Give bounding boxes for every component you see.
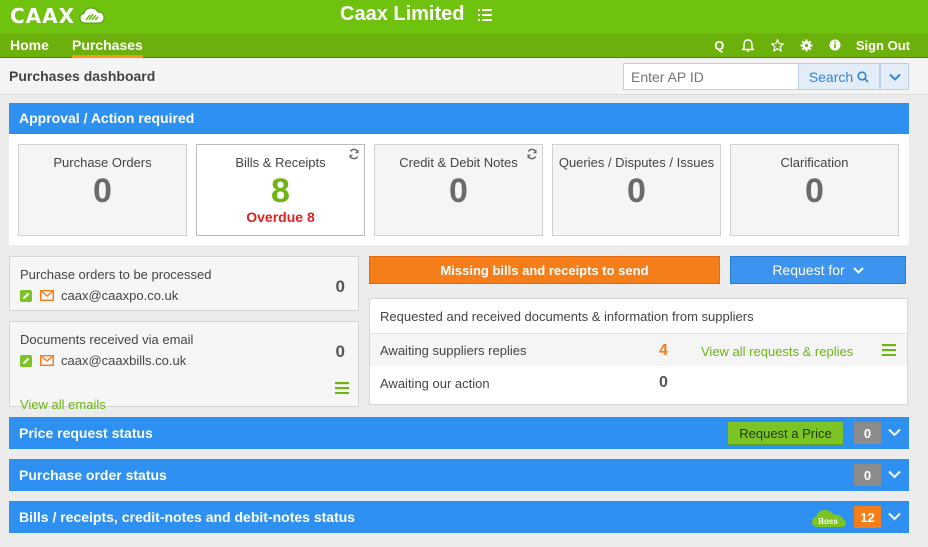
search-button[interactable]: Search	[798, 63, 880, 90]
menu-icon[interactable]	[335, 382, 349, 394]
bills-count-badge: 12	[854, 506, 881, 528]
request-for-label: Request for	[772, 262, 845, 278]
awaiting-suppliers-count[interactable]: 4	[659, 342, 668, 360]
purchase-order-status-title: Purchase order status	[19, 467, 167, 483]
sign-out-link[interactable]: Sign Out	[856, 38, 910, 53]
boss-label: Boss	[818, 517, 838, 526]
supplier-requests-box: Requested and received documents & infor…	[369, 298, 908, 405]
card-value: 0	[93, 172, 112, 210]
chevron-down-icon[interactable]	[888, 428, 901, 437]
top-bar: CAAX Caax Limited	[0, 0, 928, 33]
chevron-down-icon[interactable]	[888, 470, 901, 479]
boss-cloud-icon: Boss	[812, 510, 846, 527]
card-label: Purchase Orders	[53, 155, 152, 170]
po-email-address[interactable]: caax@caaxpo.co.uk	[61, 288, 178, 303]
card-bills-receipts[interactable]: Bills & Receipts 8 Overdue 8	[196, 144, 365, 236]
bell-icon[interactable]	[734, 36, 763, 54]
edit-icon[interactable]	[20, 289, 32, 302]
chevron-down-icon	[888, 73, 901, 81]
star-icon[interactable]	[763, 36, 792, 54]
card-label: Queries / Disputes / Issues	[558, 155, 715, 170]
gear-icon[interactable]	[792, 36, 821, 54]
email-icon	[40, 355, 54, 366]
company-title: Caax Limited	[340, 3, 493, 26]
po-count: 0	[335, 277, 345, 296]
bills-status-bar[interactable]: Bills / receipts, credit-notes and debit…	[9, 501, 909, 533]
awaiting-suppliers-row: Awaiting suppliers replies 4 View all re…	[370, 333, 907, 366]
email-icon	[40, 290, 54, 301]
price-request-count-badge: 0	[854, 422, 881, 444]
chevron-down-icon[interactable]	[888, 512, 901, 521]
search-options-dropdown[interactable]	[880, 63, 909, 90]
edit-icon[interactable]	[20, 354, 32, 367]
nav-purchases[interactable]: Purchases	[72, 37, 143, 58]
po-box-title: Purchase orders to be processed	[20, 267, 212, 282]
request-for-button[interactable]: Request for	[730, 256, 906, 284]
card-purchase-orders[interactable]: Purchase Orders 0	[18, 144, 187, 236]
card-label: Clarification	[780, 155, 849, 170]
nav-icons: Q Sign Out	[705, 36, 910, 54]
nav-bar: Home Purchases Q Sign Out	[0, 33, 928, 58]
docs-box-title: Documents received via email	[20, 332, 194, 347]
card-value: 8	[271, 172, 290, 210]
card-value: 0	[627, 172, 646, 210]
po-email-row: caax@caaxpo.co.uk	[20, 288, 178, 303]
nav-home[interactable]: Home	[10, 37, 49, 53]
list-icon[interactable]	[478, 8, 493, 21]
card-label: Credit & Debit Notes	[399, 155, 518, 170]
card-queries-disputes[interactable]: Queries / Disputes / Issues 0	[552, 144, 721, 236]
card-label: Bills & Receipts	[235, 155, 326, 170]
caax-logo[interactable]: CAAX	[10, 4, 105, 28]
info-icon[interactable]	[821, 36, 850, 54]
ap-id-search-input[interactable]	[623, 63, 799, 90]
missing-bills-button[interactable]: Missing bills and receipts to send	[369, 256, 720, 284]
card-clarification[interactable]: Clarification 0	[730, 144, 899, 236]
purchase-order-count-badge: 0	[854, 464, 881, 486]
card-value: 0	[805, 172, 824, 210]
menu-icon[interactable]	[882, 344, 896, 356]
awaiting-our-action-count[interactable]: 0	[659, 374, 668, 392]
overdue-label[interactable]: Overdue 8	[197, 209, 364, 225]
bills-status-title: Bills / receipts, credit-notes and debit…	[19, 509, 356, 525]
view-all-emails-link[interactable]: View all emails	[20, 397, 106, 412]
price-request-status-bar[interactable]: Price request status Request a Price 0	[9, 417, 909, 449]
purchase-order-status-bar[interactable]: Purchase order status 0	[9, 459, 909, 491]
docs-email-box: Documents received via email caax@caaxbi…	[9, 321, 359, 412]
approval-cards: Purchase Orders 0 Bills & Receipts 8 Ove…	[9, 134, 909, 245]
sub-header: Purchases dashboard Search	[0, 59, 928, 95]
po-email-box: Purchase orders to be processed caax@caa…	[9, 256, 359, 311]
requests-title: Requested and received documents & infor…	[380, 309, 754, 324]
approval-header: Approval / Action required	[9, 103, 909, 134]
view-all-requests-link[interactable]: View all requests & replies	[701, 344, 853, 359]
logo-text: CAAX	[10, 4, 76, 28]
card-value: 0	[449, 172, 468, 210]
page-title: Purchases dashboard	[9, 68, 156, 84]
awaiting-suppliers-label: Awaiting suppliers replies	[380, 343, 527, 358]
card-credit-debit-notes[interactable]: Credit & Debit Notes 0	[374, 144, 543, 236]
price-request-status-title: Price request status	[19, 425, 153, 441]
search-icon	[857, 70, 869, 83]
company-name: Caax Limited	[340, 3, 465, 25]
refresh-icon[interactable]	[348, 148, 360, 160]
docs-email-address[interactable]: caax@caaxbills.co.uk	[61, 353, 186, 368]
request-a-price-button[interactable]: Request a Price	[727, 421, 844, 445]
docs-count: 0	[335, 342, 345, 361]
docs-email-row: caax@caaxbills.co.uk	[20, 353, 186, 368]
search-q-icon[interactable]: Q	[705, 36, 734, 54]
refresh-icon[interactable]	[526, 148, 538, 160]
cloud-logo-icon	[79, 7, 105, 24]
awaiting-our-action-label: Awaiting our action	[380, 376, 490, 391]
chevron-down-icon	[852, 266, 864, 274]
search-button-label: Search	[808, 68, 854, 85]
